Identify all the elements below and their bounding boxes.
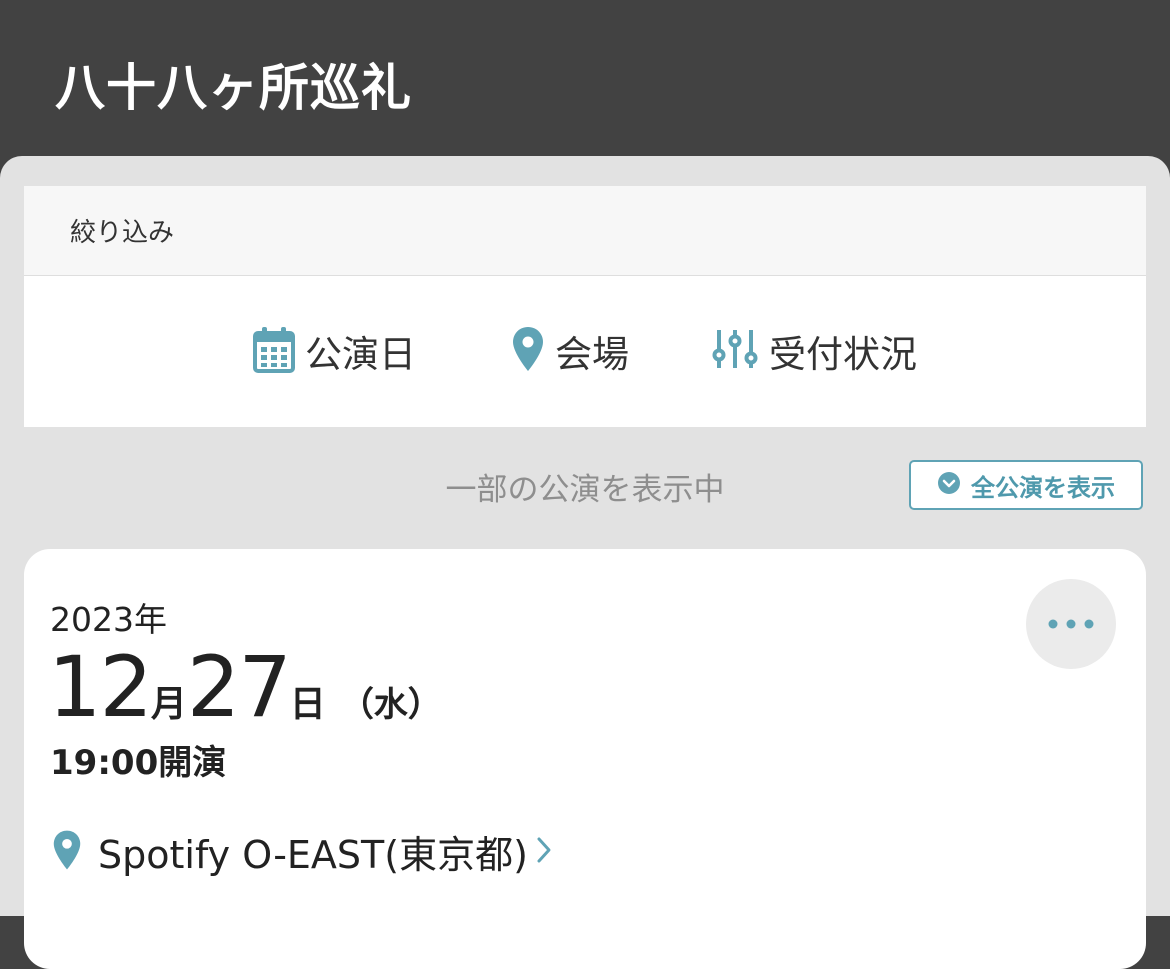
map-pin-icon [52,828,82,876]
show-all-button[interactable]: 全公演を表示 [909,460,1143,510]
chevron-right-icon [536,835,552,869]
app-header: 八十八ヶ所巡礼 [0,0,1170,170]
filter-status-label: 受付状況 [769,333,917,376]
venue-link[interactable]: Spotify O-EAST(東京都) [52,824,552,879]
calendar-icon [253,325,295,377]
filter-header: 絞り込み [24,186,1146,276]
content-sheet: 絞り込み 公演日 会場 受付状況 一部の公演を表示中 全公演を表示 2023年 … [0,156,1170,969]
filter-status-button[interactable]: 受付状況 [711,324,917,378]
chevron-circle-down-icon [937,471,961,499]
filter-options: 公演日 会場 受付状況 [24,276,1146,426]
month-unit: 月 [150,684,187,725]
more-horizontal-icon [1047,615,1095,634]
show-all-label: 全公演を表示 [971,473,1115,502]
filter-venue-button[interactable]: 会場 [511,324,629,378]
performance-year: 2023年 [50,600,167,639]
performance-time: 19:00開演 [50,743,227,783]
more-options-button[interactable] [1026,579,1116,669]
filter-heading: 絞り込み [70,218,175,248]
listing-status-row: 一部の公演を表示中 全公演を表示 [0,456,1170,516]
filter-date-label: 公演日 [305,333,416,376]
sliders-icon [711,328,759,374]
page-title: 八十八ヶ所巡礼 [55,59,412,117]
venue-name: Spotify O-EAST(東京都) [98,833,528,877]
day-unit: 日 [289,684,326,725]
performance-card: 2023年 12月27日 （水） 19:00開演 Spotify O-EAST(東 [24,549,1146,969]
filter-venue-label: 会場 [555,333,629,376]
performance-month: 12 [48,638,153,736]
filter-panel: 絞り込み 公演日 会場 受付状況 [24,186,1146,427]
map-pin-icon [511,325,545,377]
performance-date: 12月27日 （水） [48,637,442,737]
performance-day: 27 [186,638,292,736]
filter-date-button[interactable]: 公演日 [253,324,416,378]
performance-weekday: （水） [339,685,442,725]
